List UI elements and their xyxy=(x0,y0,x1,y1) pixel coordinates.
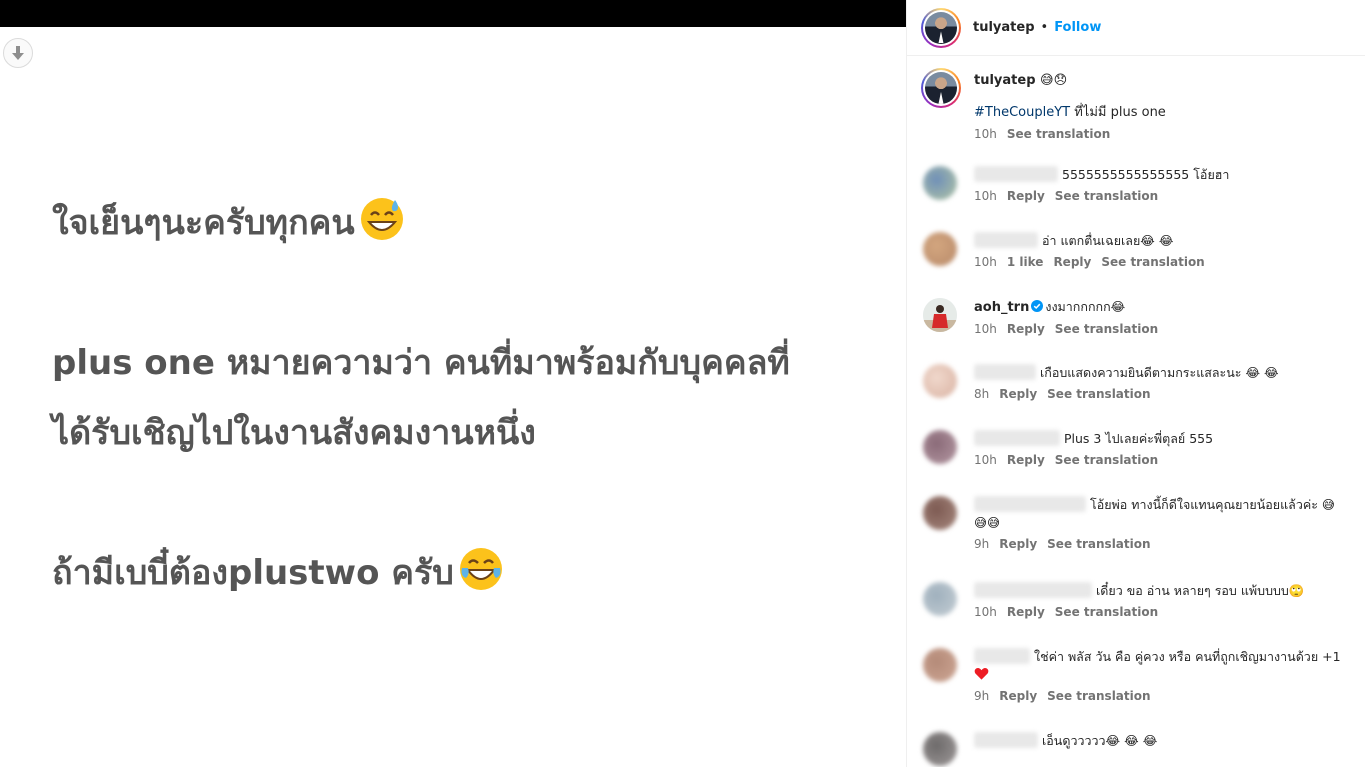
comment-text: 5555555555555555 โอ้ยฮา xyxy=(1062,167,1230,182)
comment-text: โอ้ยพ่อ ทางนี้ก็ดีใจแทนคุณยายน้อยแล้วค่ะ… xyxy=(1090,497,1335,512)
blurred-username[interactable] xyxy=(974,496,1086,512)
comment-avatar[interactable] xyxy=(923,732,957,766)
see-translation-button[interactable]: See translation xyxy=(1055,322,1158,336)
comment-time[interactable]: 9h xyxy=(974,689,989,703)
comment-avatar[interactable] xyxy=(923,364,957,398)
caption-hashtag[interactable]: #TheCoupleYT xyxy=(974,105,1070,120)
comment-time[interactable]: 10h xyxy=(974,453,997,467)
comment-time[interactable]: 10h xyxy=(974,255,997,269)
blurred-username[interactable] xyxy=(974,364,1036,380)
caption-emojis: 😅😞 xyxy=(1040,73,1068,88)
reply-button[interactable]: Reply xyxy=(1007,453,1045,467)
reply-button[interactable]: Reply xyxy=(999,689,1037,703)
post-line-1-text: ใจเย็นๆนะครับทุกคน xyxy=(52,203,355,243)
blurred-username[interactable] xyxy=(974,732,1038,748)
post-text-block: ใจเย็นๆนะครับทุกคน plus one หมายความว่า … xyxy=(52,188,892,608)
comment-text: Plus 3 ไปเลยค่ะพี่ตุลย์ 555 xyxy=(1064,431,1214,446)
see-translation-button[interactable]: See translation xyxy=(1055,605,1158,619)
comment-avatar[interactable] xyxy=(923,232,957,266)
follow-button[interactable]: Follow xyxy=(1054,20,1101,35)
comment-username[interactable]: aoh_trn xyxy=(974,300,1029,315)
comment-avatar[interactable] xyxy=(923,430,957,464)
post-line-4-text: ถ้ามีเบบี๋ต้องplustwo ครับ xyxy=(52,553,454,593)
reply-button[interactable]: Reply xyxy=(1053,255,1091,269)
download-button[interactable] xyxy=(3,38,33,68)
post-line-1: ใจเย็นๆนะครับทุกคน xyxy=(52,188,892,258)
comment-text: งงมากกกกก😂 xyxy=(1045,299,1126,314)
red-heart-icon xyxy=(974,667,989,680)
comment-time[interactable]: 10h xyxy=(974,605,997,619)
see-translation-button[interactable]: See translation xyxy=(1055,453,1158,467)
post-gap xyxy=(52,468,892,538)
comment-avatar[interactable] xyxy=(923,166,957,200)
reply-button[interactable]: Reply xyxy=(1007,189,1045,203)
comment-avatar[interactable] xyxy=(923,496,957,530)
reply-button[interactable]: Reply xyxy=(1007,605,1045,619)
comment-avatar[interactable] xyxy=(923,582,957,616)
comments-list[interactable]: tulyatep 😅😞 #TheCoupleYT ที่ไม่มี plus o… xyxy=(907,56,1365,767)
comment-avatar[interactable] xyxy=(923,298,957,332)
post-line-2: plus one หมายความว่า คนที่มาพร้อมกับบุคค… xyxy=(52,343,790,383)
comment-text-cont: 😅😅 xyxy=(974,515,1001,530)
sweat-smile-emoji-icon xyxy=(360,198,403,240)
caption-time[interactable]: 10h xyxy=(974,127,997,141)
see-translation-button[interactable]: See translation xyxy=(1047,689,1150,703)
see-translation-button[interactable]: See translation xyxy=(1047,537,1150,551)
header-separator: • xyxy=(1040,20,1049,35)
post-line-4: ถ้ามีเบบี๋ต้องplustwo ครับ xyxy=(52,538,892,608)
blurred-username[interactable] xyxy=(974,430,1060,446)
caption-text: ที่ไม่มี plus one xyxy=(1070,105,1166,120)
comment-time[interactable]: 8h xyxy=(974,387,989,401)
comment-time[interactable]: 10h xyxy=(974,322,997,336)
person-photo-icon xyxy=(923,298,957,332)
comment-text: ใช่ค่า พลัส วัน คือ คู่ควง หรือ คนที่ถูก… xyxy=(1034,649,1341,664)
blurred-username[interactable] xyxy=(974,166,1058,182)
post-image: ใจเย็นๆนะครับทุกคน plus one หมายความว่า … xyxy=(0,0,906,767)
reply-button[interactable]: Reply xyxy=(1007,322,1045,336)
header-username[interactable]: tulyatep xyxy=(973,20,1035,35)
caption-see-translation[interactable]: See translation xyxy=(1007,127,1110,141)
reply-button[interactable]: Reply xyxy=(999,387,1037,401)
caption-avatar[interactable] xyxy=(921,68,961,108)
see-translation-button[interactable]: See translation xyxy=(1101,255,1204,269)
like-count[interactable]: 1 like xyxy=(1007,255,1044,269)
post-gap xyxy=(52,258,892,328)
post-line-3: ได้รับเชิญไปในงานสังคมงานหนึ่ง xyxy=(52,413,536,453)
panel-header: tulyatep • Follow xyxy=(907,0,1365,56)
verified-badge-icon xyxy=(1031,300,1044,312)
blurred-username[interactable] xyxy=(974,648,1030,664)
top-black-bar xyxy=(0,0,906,27)
tears-of-joy-emoji-icon xyxy=(459,548,502,590)
blurred-username[interactable] xyxy=(974,232,1038,248)
comment-time[interactable]: 10h xyxy=(974,189,997,203)
header-avatar[interactable] xyxy=(921,7,961,48)
comments-panel: tulyatep • Follow tulyatep 😅😞 #TheCouple… xyxy=(906,0,1365,767)
arrow-down-icon xyxy=(12,46,24,60)
comment-time[interactable]: 9h xyxy=(974,537,989,551)
comment-text: เดี๋ยว ขอ อ่าน หลายๆ รอบ แพ้บบบบ🙄 xyxy=(1096,583,1305,598)
comment-text: เอ็นดูววววว😂 😂 😂 xyxy=(1042,733,1158,748)
see-translation-button[interactable]: See translation xyxy=(1047,387,1150,401)
see-translation-button[interactable]: See translation xyxy=(1055,189,1158,203)
blurred-username[interactable] xyxy=(974,582,1092,598)
caption-username[interactable]: tulyatep xyxy=(974,73,1036,88)
comment-avatar[interactable] xyxy=(923,648,957,682)
comment-text: เกือบแสดงความยินดีตามกระแสละนะ 😂 😂 xyxy=(1040,365,1279,380)
reply-button[interactable]: Reply xyxy=(999,537,1037,551)
comment-text: อ่า แตกตื่นเฉยเลย😂 😂 xyxy=(1042,233,1174,248)
